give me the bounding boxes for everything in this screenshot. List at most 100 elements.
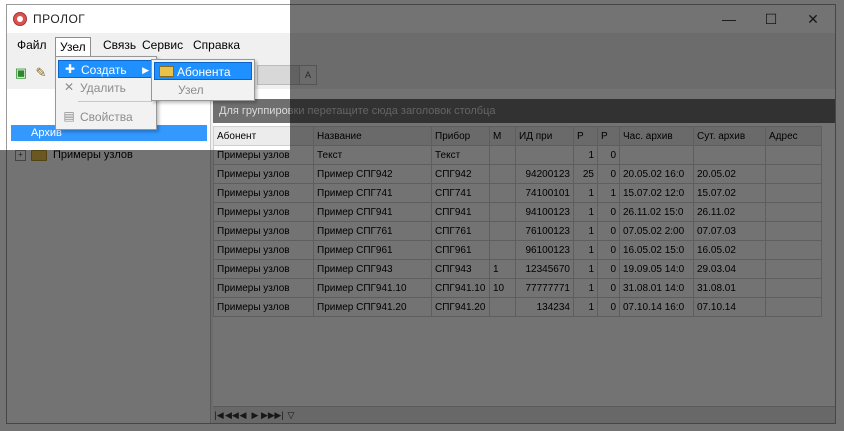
column-header[interactable]: Час. архив [619, 126, 694, 146]
menu-service[interactable]: Сервис [138, 37, 187, 54]
grid-cell[interactable]: 0 [597, 202, 620, 222]
prev-page-button[interactable]: ◀◀ [225, 407, 239, 423]
grid-cell[interactable]: 76100123 [515, 221, 574, 241]
grid-cell[interactable]: Пример СПГ941.20 [313, 297, 432, 317]
grid-cell[interactable] [489, 164, 516, 184]
grid-cell[interactable]: 12345670 [515, 259, 574, 279]
grid-cell[interactable]: 0 [597, 240, 620, 260]
grid-cell[interactable]: 77777771 [515, 278, 574, 298]
grid-cell[interactable]: Примеры узлов [213, 202, 314, 222]
grid-cell[interactable]: 1 [573, 183, 598, 203]
column-header[interactable]: Название [313, 126, 432, 146]
new-icon[interactable]: ▣ [13, 65, 29, 81]
grid-cell[interactable]: 31.08.01 14:0 [619, 278, 694, 298]
prev-record-button[interactable]: ◀ [237, 407, 249, 423]
grid-cell[interactable] [693, 145, 766, 165]
grid-cell[interactable]: 1 [573, 240, 598, 260]
grid-cell[interactable]: СПГ941.10 [431, 278, 490, 298]
grid-cell[interactable]: СПГ941 [431, 202, 490, 222]
grid-cell[interactable]: 0 [597, 297, 620, 317]
menu-item-node[interactable]: Узел [154, 81, 252, 99]
grid-cell[interactable]: 134234 [515, 297, 574, 317]
grid-cell[interactable]: 07.10.14 16:0 [619, 297, 694, 317]
grid-cell[interactable]: Текст [313, 145, 432, 165]
grid-cell[interactable]: 25 [573, 164, 598, 184]
grid-cell[interactable]: Текст [431, 145, 490, 165]
grid-cell[interactable]: 20.05.02 16:0 [619, 164, 694, 184]
table-row[interactable]: Примеры узлов Пример СПГ961 СПГ961 96100123… [213, 240, 822, 260]
column-header[interactable]: М [489, 126, 516, 146]
grid-cell[interactable]: 1 [573, 297, 598, 317]
grid-cell[interactable] [489, 145, 516, 165]
grid-cell[interactable]: Пример СПГ941.10 [313, 278, 432, 298]
grid-cell[interactable]: 1 [573, 259, 598, 279]
table-row[interactable]: Примеры узлов Пример СПГ941.10 СПГ941.10 10… [213, 278, 822, 298]
grid-cell[interactable] [765, 183, 822, 203]
column-header[interactable]: Р [573, 126, 598, 146]
grid-cell[interactable] [765, 221, 822, 241]
table-row[interactable]: Примеры узлов Пример СПГ741 СПГ741 74100101… [213, 183, 822, 203]
grid-cell[interactable]: 96100123 [515, 240, 574, 260]
grid-cell[interactable]: 1 [573, 145, 598, 165]
expand-icon[interactable]: + [15, 150, 26, 161]
next-record-button[interactable]: ▶ [249, 407, 261, 423]
grid-cell[interactable] [619, 145, 694, 165]
search-button[interactable]: A [299, 65, 317, 85]
grid-cell[interactable]: Примеры узлов [213, 297, 314, 317]
grid-cell[interactable]: 94200123 [515, 164, 574, 184]
grid-cell[interactable]: Пример СПГ961 [313, 240, 432, 260]
grid-cell[interactable] [765, 297, 822, 317]
table-row[interactable]: Примеры узлов Пример СПГ761 СПГ761 76100123… [213, 221, 822, 241]
grid-cell[interactable]: 94100123 [515, 202, 574, 222]
wrench-icon[interactable]: ✎ [33, 65, 49, 81]
grid-cell[interactable]: 74100101 [515, 183, 574, 203]
grid-cell[interactable]: Примеры узлов [213, 221, 314, 241]
grid-cell[interactable]: 0 [597, 259, 620, 279]
grid-cell[interactable]: 1 [573, 202, 598, 222]
grid-cell[interactable]: 29.03.04 [693, 259, 766, 279]
column-header[interactable]: Прибор [431, 126, 490, 146]
grid-cell[interactable] [765, 202, 822, 222]
grid-cell[interactable]: 07.07.03 [693, 221, 766, 241]
grid-cell[interactable]: 15.07.02 12:0 [619, 183, 694, 203]
grid-cell[interactable]: 07.10.14 [693, 297, 766, 317]
column-header[interactable]: Р [597, 126, 620, 146]
grid-cell[interactable]: 07.05.02 2:00 [619, 221, 694, 241]
grid-cell[interactable] [765, 278, 822, 298]
grid-cell[interactable]: 0 [597, 221, 620, 241]
grid-cell[interactable]: Примеры узлов [213, 240, 314, 260]
grid-cell[interactable]: 1 [489, 259, 516, 279]
grid-cell[interactable]: СПГ761 [431, 221, 490, 241]
grid-cell[interactable]: СПГ961 [431, 240, 490, 260]
table-row[interactable]: Примеры узлов Пример СПГ941 СПГ941 94100123… [213, 202, 822, 222]
grid-cell[interactable]: Пример СПГ741 [313, 183, 432, 203]
grid-cell[interactable] [765, 240, 822, 260]
search-input[interactable] [257, 65, 301, 85]
grid-cell[interactable]: 19.09.05 14:0 [619, 259, 694, 279]
minimize-button[interactable]: — [707, 5, 751, 33]
menu-item-create[interactable]: ✚ Создать ▶ [58, 60, 154, 78]
grid-cell[interactable] [765, 145, 822, 165]
grid-cell[interactable]: Пример СПГ943 [313, 259, 432, 279]
grid-cell[interactable] [765, 259, 822, 279]
grid-cell[interactable]: Примеры узлов [213, 145, 314, 165]
grid-cell[interactable]: Примеры узлов [213, 183, 314, 203]
grid-cell[interactable]: СПГ942 [431, 164, 490, 184]
grid-cell[interactable]: 31.08.01 [693, 278, 766, 298]
grid-cell[interactable]: 15.07.02 [693, 183, 766, 203]
grid-cell[interactable]: 16.05.02 15:0 [619, 240, 694, 260]
grid-cell[interactable] [515, 145, 574, 165]
filter-row[interactable]: Примеры узлов Текст Текст 1 0 [213, 145, 822, 165]
filter-icon[interactable]: ▽ [285, 407, 297, 423]
grid-cell[interactable]: СПГ741 [431, 183, 490, 203]
grid-cell[interactable]: 1 [573, 221, 598, 241]
grid-cell[interactable] [489, 240, 516, 260]
grid-cell[interactable]: 10 [489, 278, 516, 298]
grid-cell[interactable]: СПГ941.20 [431, 297, 490, 317]
grid-cell[interactable]: 0 [597, 164, 620, 184]
grid-cell[interactable]: СПГ943 [431, 259, 490, 279]
grid-cell[interactable] [489, 183, 516, 203]
grid-cell[interactable] [489, 297, 516, 317]
grid-cell[interactable]: 0 [597, 278, 620, 298]
menu-node[interactable]: Узел [55, 37, 91, 56]
